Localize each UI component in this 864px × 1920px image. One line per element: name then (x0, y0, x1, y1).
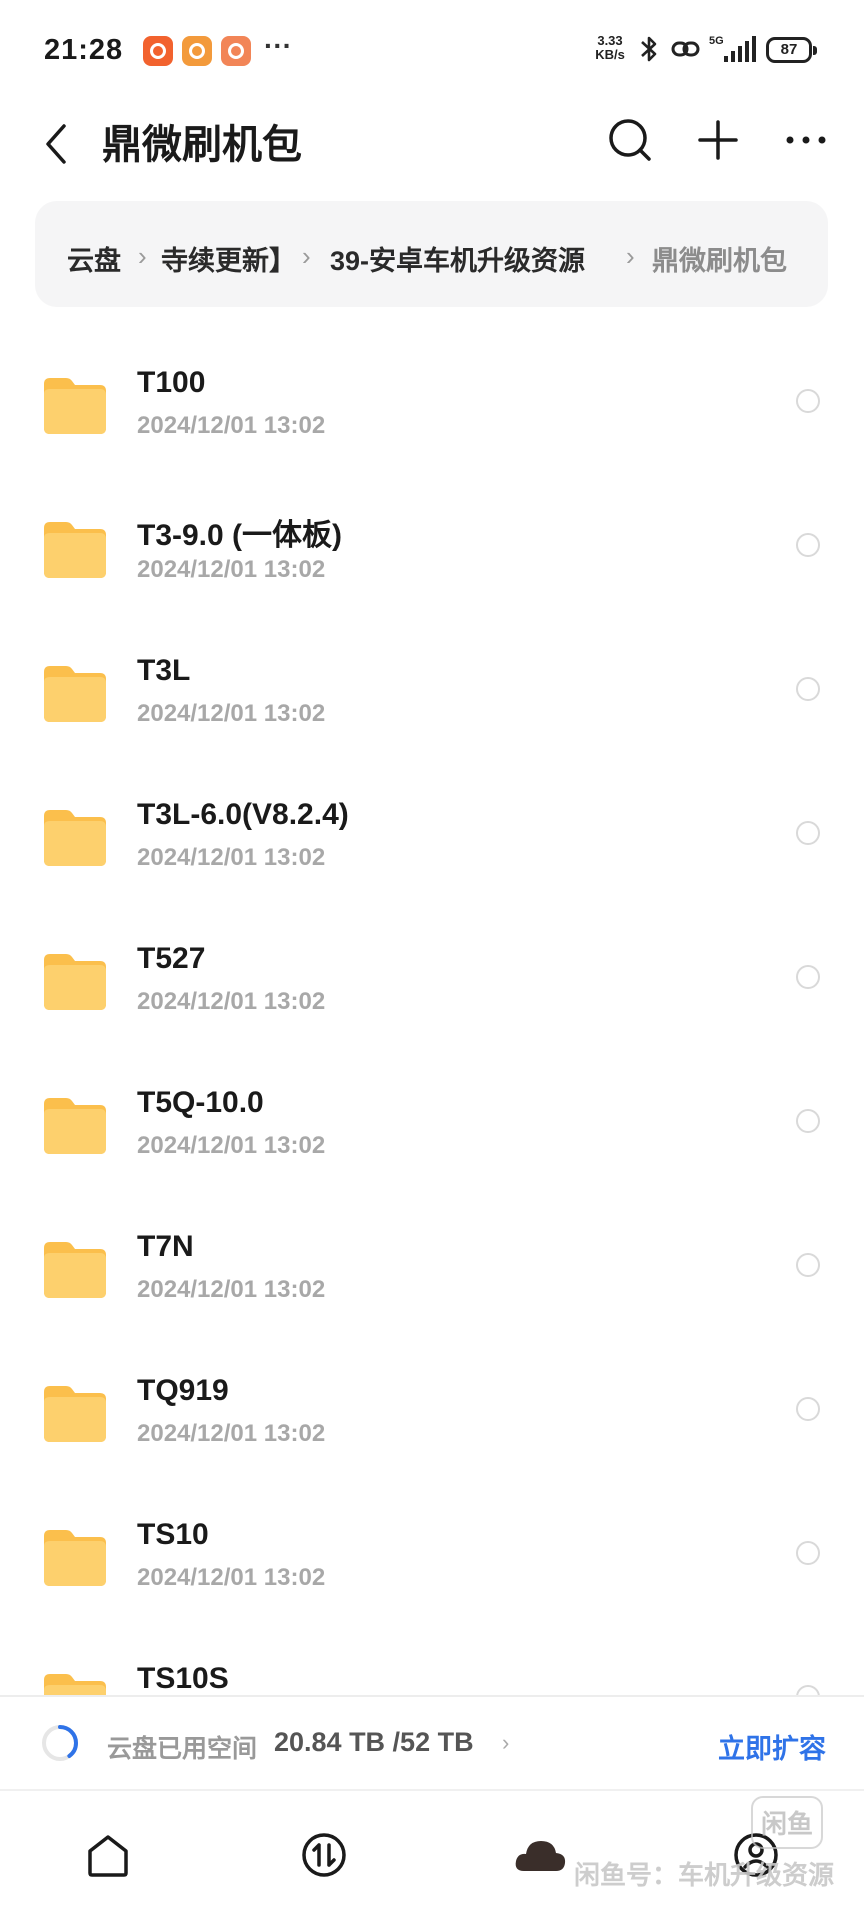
file-name: T3L (137, 654, 191, 687)
search-button[interactable] (602, 112, 658, 168)
file-date: 2024/12/01 13:02 (137, 1276, 326, 1303)
file-row[interactable]: T527 2024/12/01 13:02 (0, 906, 864, 1050)
more-notifications-icon: ··· (264, 30, 292, 61)
page-title: 鼎微刷机包 (102, 123, 302, 167)
more-button[interactable] (778, 112, 834, 168)
file-date: 2024/12/01 13:02 (137, 556, 326, 583)
select-checkbox[interactable] (796, 965, 820, 989)
file-name: TS10 (137, 1518, 209, 1551)
nav-cloud[interactable] (510, 1825, 570, 1885)
select-checkbox[interactable] (796, 1685, 820, 1695)
file-row[interactable]: T5Q-10.0 2024/12/01 13:02 (0, 1050, 864, 1194)
storage-value: 20.84 TB /52 TB (274, 1727, 474, 1757)
folder-icon (44, 1530, 106, 1586)
folder-icon (44, 1674, 106, 1695)
breadcrumb-item-updates[interactable]: 寺续更新】 (161, 239, 296, 278)
nav-home[interactable] (78, 1825, 138, 1885)
folder-icon (44, 810, 106, 866)
back-icon (46, 124, 66, 164)
storage-label: 云盘已用空间 (107, 1735, 258, 1763)
file-row[interactable]: TS10S (0, 1626, 864, 1695)
expand-storage-button[interactable]: 立即扩容 (718, 1727, 826, 1766)
transfer-icon (302, 1833, 346, 1877)
file-row[interactable]: T100 2024/12/01 13:02 (0, 330, 864, 474)
search-icon (609, 119, 651, 161)
header: 鼎微刷机包 (0, 100, 864, 210)
more-icon (786, 136, 826, 144)
file-row[interactable]: T3L 2024/12/01 13:02 (0, 618, 864, 762)
select-checkbox[interactable] (796, 821, 820, 845)
select-checkbox[interactable] (796, 533, 820, 557)
battery-icon: 87 (766, 37, 817, 63)
file-name: T527 (137, 942, 206, 975)
folder-icon (44, 954, 106, 1010)
chevron-right-icon: › (502, 1730, 510, 1755)
bluetooth-icon (641, 36, 657, 62)
file-name: TS10S (137, 1662, 229, 1695)
status-time: 21:28 (44, 34, 124, 66)
file-date: 2024/12/01 13:02 (137, 844, 326, 871)
storage-usage-ring (42, 1725, 78, 1761)
file-date: 2024/12/01 13:02 (137, 988, 326, 1015)
cloud-icon (515, 1841, 566, 1871)
folder-icon (44, 378, 106, 434)
breadcrumb-item-cloud[interactable]: 云盘 (67, 239, 121, 278)
app-notification-icon (143, 36, 173, 66)
file-name: T7N (137, 1230, 194, 1263)
file-name: TQ919 (137, 1374, 229, 1407)
signal-icon (724, 36, 756, 62)
select-checkbox[interactable] (796, 677, 820, 701)
status-bar: 21:28 ··· 3.33 KB/s 5G 87 (0, 0, 864, 100)
file-name: T3-9.0 (一体板) (137, 519, 343, 552)
select-checkbox[interactable] (796, 1541, 820, 1565)
file-row[interactable]: T3-9.0 (一体板) 2024/12/01 13:02 (0, 474, 864, 618)
file-name: T3L-6.0(V8.2.4) (137, 798, 349, 831)
breadcrumb: 云盘 › 寺续更新】 › 39-安卓车机升级资源 › 鼎微刷机包 (35, 201, 828, 307)
folder-icon (44, 666, 106, 722)
file-row[interactable]: TS10 2024/12/01 13:02 (0, 1482, 864, 1626)
file-name: T5Q-10.0 (137, 1086, 264, 1119)
chat-app-icon (221, 36, 251, 66)
file-date: 2024/12/01 13:02 (137, 1132, 326, 1159)
folder-icon (44, 522, 106, 578)
breadcrumb-item-android-resources[interactable]: 39-安卓车机升级资源 (330, 239, 585, 278)
file-date: 2024/12/01 13:02 (137, 412, 326, 439)
file-date: 2024/12/01 13:02 (137, 700, 326, 727)
chevron-right-icon: › (302, 241, 311, 271)
file-list: T100 2024/12/01 13:02 T3-9.0 (一体板) 2024/12/… (0, 330, 864, 1695)
breadcrumb-item-current: 鼎微刷机包 (652, 246, 787, 276)
watermark-logo: 闲鱼 (751, 1796, 824, 1849)
network-speed: 3.33 KB/s (595, 33, 625, 62)
select-checkbox[interactable] (796, 1397, 820, 1421)
watermark-text: 闲鱼号：车机升级资源 (574, 1860, 835, 1890)
chevron-right-icon: › (626, 241, 635, 271)
file-date: 2024/12/01 13:02 (137, 1564, 326, 1591)
back-button[interactable] (36, 116, 80, 172)
chevron-right-icon: › (138, 241, 147, 271)
select-checkbox[interactable] (796, 1109, 820, 1133)
folder-icon (44, 1242, 106, 1298)
file-row[interactable]: TQ919 2024/12/01 13:02 (0, 1338, 864, 1482)
file-name: T100 (137, 366, 206, 399)
add-icon (698, 120, 738, 160)
select-checkbox[interactable] (796, 1253, 820, 1277)
file-date: 2024/12/01 13:02 (137, 1420, 326, 1447)
file-row[interactable]: T7N 2024/12/01 13:02 (0, 1194, 864, 1338)
folder-icon (44, 1386, 106, 1442)
storage-bar[interactable]: 云盘已用空间 20.84 TB /52 TB › 立即扩容 (0, 1695, 864, 1789)
nav-transfer[interactable] (294, 1825, 354, 1885)
add-button[interactable] (690, 112, 746, 168)
file-row[interactable]: T3L-6.0(V8.2.4) 2024/12/01 13:02 (0, 762, 864, 906)
home-icon (88, 1835, 128, 1877)
hotspot-icon (671, 41, 700, 57)
folder-icon (44, 1098, 106, 1154)
shopping-app-icon (182, 36, 212, 66)
select-checkbox[interactable] (796, 389, 820, 413)
